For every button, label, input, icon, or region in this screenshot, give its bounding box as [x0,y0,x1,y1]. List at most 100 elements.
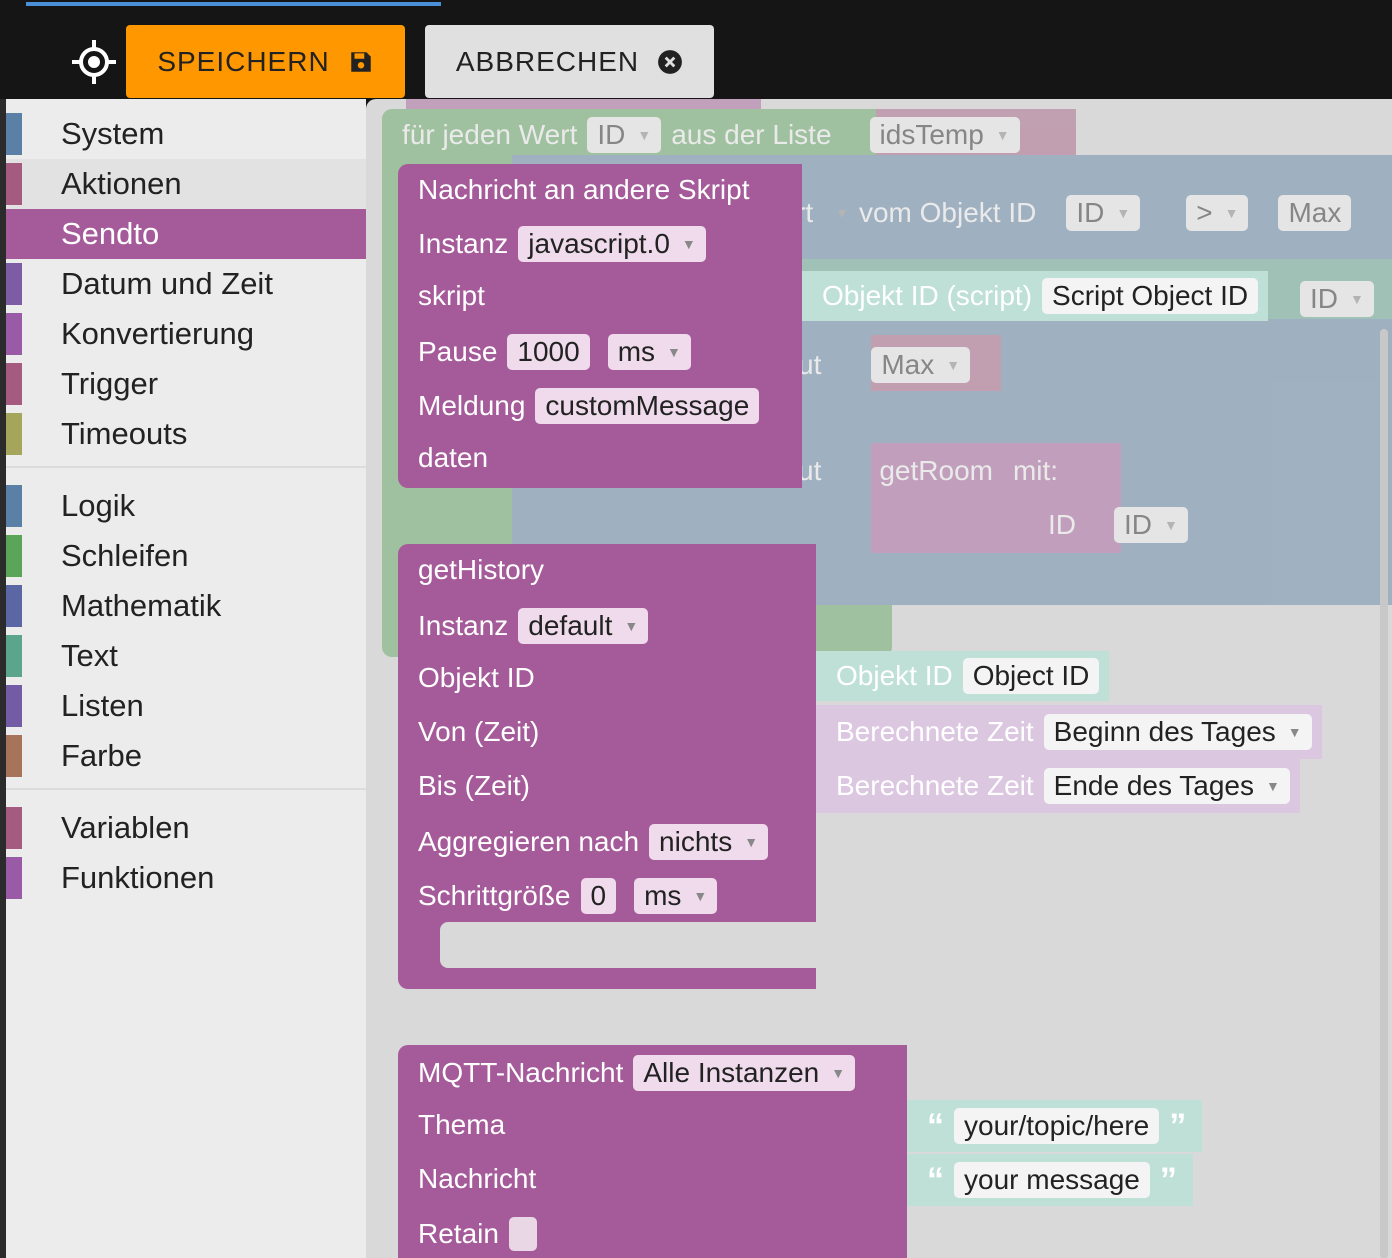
category-schleifen[interactable]: Schleifen [6,531,366,581]
ghost-loop-var: ID ▼ [587,117,662,153]
mqtt-nachricht-input[interactable]: your message [954,1162,1150,1198]
dropdown-arrow-icon: ▼ [995,127,1010,143]
category-mathematik[interactable]: Mathematik [6,581,366,631]
ghost-compare-op: > ▼ [1186,195,1249,231]
ghost-mit: mit: [1012,455,1059,486]
category-color-bar [6,807,22,849]
category-aktionen[interactable]: Aktionen [6,159,366,209]
sendto-pause-unit-dropdown[interactable]: ms ▼ [607,334,691,370]
dropdown-arrow-icon: ▼ [831,1065,846,1081]
category-datum-und-zeit[interactable]: Datum und Zeit [6,259,366,309]
category-label: Sendto [61,216,160,251]
category-color-bar [6,313,22,355]
mqtt-thema-input[interactable]: your/topic/here [954,1108,1160,1144]
ghost-loop-row: für jeden Wert ID ▼ aus der Liste idsTemp… [402,117,1020,153]
history-aggregieren-dropdown[interactable]: nichts ▼ [649,824,769,860]
dropdown-arrow-icon: ▼ [1265,778,1280,794]
ghost-max-2: Max ▼ [871,347,971,383]
mqtt-thema-label: Thema [418,1109,506,1140]
dropdown-arrow-icon: ▼ [1350,291,1364,307]
sendto-instanz-row: Instanz javascript.0 ▼ [418,226,706,262]
mqtt-message-block[interactable]: MQTT-Nachricht Alle Instanzen ▼ Thema Nac… [398,1045,907,1258]
mqtt-title-row: MQTT-Nachricht Alle Instanzen ▼ [418,1055,856,1091]
history-bis-label: Bis (Zeit) [418,770,530,801]
ghost-from-list-label: aus der Liste [671,119,832,150]
ghost-id-2: ID ▼ [1300,281,1374,317]
save-button[interactable]: SPEICHERN [126,25,405,98]
workspace-scrollbar[interactable] [1380,329,1388,1258]
category-color-bar [6,485,22,527]
sendto-daten-label: daten [418,442,489,473]
category-system[interactable]: System [6,109,366,159]
script-object-id-input-block[interactable]: Objekt ID (script) Script Object ID [802,271,1269,321]
history-bis-time-block[interactable]: Berechnete Zeit Ende des Tages ▼ [816,759,1300,813]
ghost-id-3: ID ▼ [1114,507,1188,543]
ghost-list-var: idsTemp ▼ [869,117,1020,153]
category-konvertierung[interactable]: Konvertierung [6,309,366,359]
category-label: Trigger [61,366,159,401]
category-color-bar [6,163,22,205]
gethistory-block[interactable]: getHistory Instanz default ▼ Objekt ID Vo… [398,544,816,989]
dropdown-arrow-icon: ▼ [946,357,961,373]
category-logik[interactable]: Logik [6,481,366,531]
category-variablen[interactable]: Variablen [6,803,366,853]
dropdown-arrow-icon: ▼ [835,205,849,221]
active-tab-indicator [26,2,441,6]
close-circle-icon [658,49,683,74]
dropdown-arrow-icon: ▼ [667,344,681,360]
category-timeouts[interactable]: Timeouts [6,409,366,459]
script-object-id-field[interactable]: Script Object ID [1042,278,1259,314]
category-label: System [61,116,165,151]
ghost-compare-row: rt ▼ vom Objekt ID ID ▼ > ▼ Max [796,195,1352,231]
close-quote-icon: ” [1159,1160,1177,1199]
mqtt-instanz-dropdown[interactable]: Alle Instanzen ▼ [633,1055,856,1091]
history-schritt-input[interactable]: 0 [580,878,617,914]
history-title: getHistory [418,554,545,585]
history-bis-input-label: Berechnete Zeit [836,770,1034,801]
block-category-toolbox: System Aktionen Sendto Datum und Zeit Ko… [6,99,366,1258]
history-aggregieren-row: Aggregieren nach nichts ▼ [418,824,769,860]
category-listen[interactable]: Listen [6,681,366,731]
sendto-pause-input[interactable]: 1000 [507,334,590,370]
ghost-block-top [406,99,761,109]
category-color-bar [6,213,22,255]
mqtt-thema-text-block[interactable]: “ your/topic/here ” [907,1100,1203,1152]
history-schritt-unit-dropdown[interactable]: ms ▼ [634,878,718,914]
history-objekt-label: Objekt ID [418,662,535,693]
cancel-button[interactable]: ABBRECHEN [425,25,714,98]
script-input-label: Objekt ID (script) [822,280,1033,311]
sendto-script-block[interactable]: Nachricht an andere Skript Instanz javas… [398,164,802,488]
history-instanz-row: Instanz default ▼ [418,608,649,644]
crosshair-target-icon[interactable] [70,38,118,86]
sendto-instanz-label: Instanz [418,228,509,259]
mqtt-retain-checkbox[interactable] [508,1217,537,1251]
open-quote-icon: “ [927,1160,944,1199]
category-farbe[interactable]: Farbe [6,731,366,781]
category-trigger[interactable]: Trigger [6,359,366,409]
history-von-dropdown[interactable]: Beginn des Tages ▼ [1043,714,1312,750]
sendto-meldung-input[interactable]: customMessage [535,388,760,424]
category-funktionen[interactable]: Funktionen [6,853,366,903]
ghost-object-var: ID ▼ [1066,195,1141,231]
history-bis-dropdown[interactable]: Ende des Tages ▼ [1043,768,1290,804]
category-sendto[interactable]: Sendto [6,209,366,259]
history-von-time-block[interactable]: Berechnete Zeit Beginn des Tages ▼ [816,705,1322,759]
ghost-id-row-3: ID ID ▼ [1048,507,1188,543]
category-color-bar [6,363,22,405]
category-label: Variablen [61,810,190,845]
dropdown-arrow-icon: ▼ [744,834,759,850]
category-label: Schleifen [61,538,189,573]
category-text[interactable]: Text [6,631,366,681]
history-object-id-field[interactable]: Object ID [962,658,1100,694]
mqtt-nachricht-text-block[interactable]: “ your message ” [907,1154,1193,1206]
history-schritt-row: Schrittgröße 0 ms ▼ [418,878,718,914]
history-instanz-dropdown[interactable]: default ▼ [518,608,649,644]
ghost-max-1: Max [1278,195,1352,231]
blockly-workspace[interactable]: für jeden Wert ID ▼ aus der Liste idsTemp… [366,99,1392,1258]
category-label: Konvertierung [61,316,255,351]
mqtt-nachricht-row: Nachricht [418,1163,536,1195]
sendto-instanz-dropdown[interactable]: javascript.0 ▼ [518,226,706,262]
history-object-id-input-block[interactable]: Objekt ID Object ID [816,651,1110,701]
ghost-from-object-label: vom Objekt ID [858,197,1037,228]
history-von-input-label: Berechnete Zeit [836,716,1034,747]
